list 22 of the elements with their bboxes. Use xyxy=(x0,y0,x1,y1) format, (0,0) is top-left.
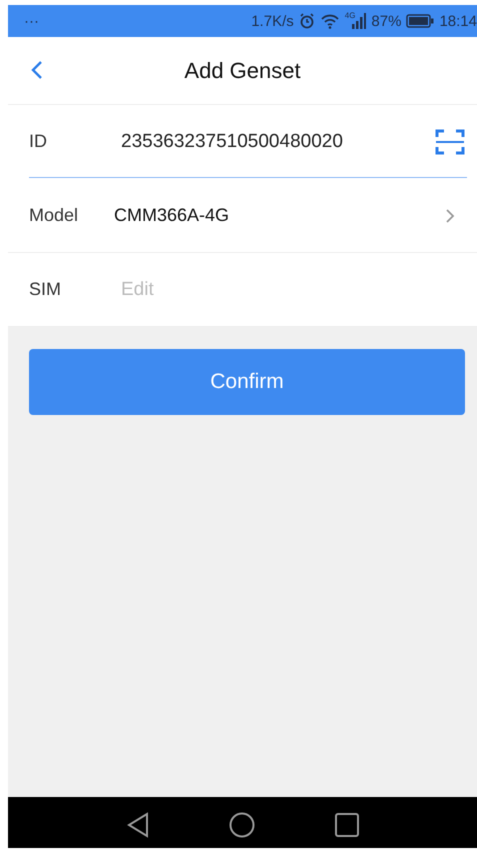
recents-nav-icon[interactable] xyxy=(334,813,358,837)
more-dots: ··· xyxy=(24,12,39,30)
model-select[interactable]: Model CMM366A-4G xyxy=(8,179,477,253)
battery-percent: 87% xyxy=(371,12,402,30)
text-field[interactable]: Edit xyxy=(121,278,465,300)
battery-icon xyxy=(406,14,434,28)
home-nav-icon[interactable] xyxy=(228,812,254,838)
alarm-icon xyxy=(298,13,315,29)
page-title: Add Genset xyxy=(184,58,301,84)
network-type: 4G xyxy=(344,11,356,20)
clock-time: 18:14 xyxy=(439,12,477,30)
field-label: SIM xyxy=(29,279,62,300)
wifi-icon xyxy=(320,13,340,29)
chevron-left-icon xyxy=(30,59,44,81)
text-field[interactable]: 235363237510500480020 xyxy=(121,130,435,152)
field-label: ID xyxy=(29,131,48,152)
network-speed: 1.7K/s xyxy=(251,12,294,30)
scan-icon[interactable] xyxy=(435,128,465,154)
field-value: CMM366A-4G xyxy=(114,205,230,226)
back-nav-icon[interactable] xyxy=(126,812,148,838)
field-label: Model xyxy=(29,205,80,226)
chevron-right-icon xyxy=(445,208,455,224)
